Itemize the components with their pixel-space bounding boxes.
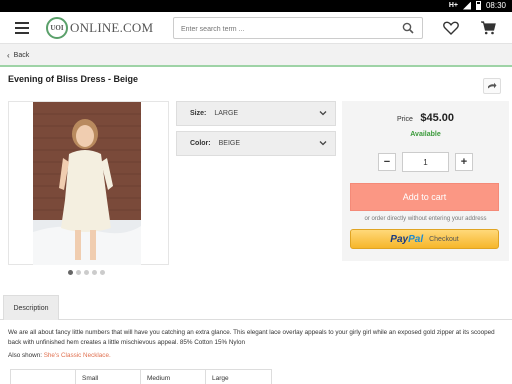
cart-icon[interactable]: [480, 20, 496, 35]
app-header: UOI ONLINE.COM: [0, 12, 512, 44]
logo-text: ONLINE.COM: [70, 20, 154, 35]
network-indicator: H+: [448, 2, 458, 9]
search-icon[interactable]: [402, 22, 414, 34]
back-bar: ‹ Back: [0, 44, 512, 67]
product-title: Evening of Bliss Dress - Beige: [8, 74, 139, 84]
chevron-down-icon: [319, 111, 327, 116]
also-shown: Also shown: She's Classic Necklace.: [8, 352, 111, 359]
carousel-dot[interactable]: [92, 270, 97, 275]
tab-description[interactable]: Description: [3, 295, 59, 320]
size-table-header: Large: [212, 375, 229, 382]
clock: 08:30: [485, 1, 506, 10]
back-button[interactable]: ‹ Back: [7, 51, 29, 60]
size-select[interactable]: Size: LARGE: [176, 101, 336, 126]
logo[interactable]: UOI ONLINE.COM: [46, 17, 153, 39]
color-select[interactable]: Color: BEIGE: [176, 131, 336, 156]
product-image-frame[interactable]: [8, 101, 169, 265]
availability-status: Available: [410, 131, 441, 138]
search-input[interactable]: [174, 19, 384, 40]
price-value: $45.00: [420, 112, 455, 124]
price-row: Price $45.00: [342, 108, 509, 126]
share-button[interactable]: [483, 78, 501, 94]
chevron-left-icon: ‹: [7, 51, 10, 60]
direct-order-note: or order directly without entering your …: [364, 216, 487, 222]
signal-icon: [462, 1, 471, 10]
size-table: Small Medium Large: [10, 369, 272, 384]
carousel-dot[interactable]: [76, 270, 81, 275]
also-shown-link[interactable]: She's Classic Necklace.: [44, 352, 111, 359]
color-label: Color:: [190, 140, 211, 147]
share-icon: [488, 82, 497, 88]
menu-icon[interactable]: [15, 22, 29, 34]
buy-panel: Price $45.00 Available − + Add to cart o…: [342, 101, 509, 261]
paypal-checkout-button[interactable]: PayPal Checkout: [350, 229, 499, 249]
quantity-decrease-button[interactable]: −: [378, 153, 396, 171]
also-shown-label: Also shown:: [8, 352, 42, 359]
product-photo: [33, 102, 141, 265]
size-label: Size:: [190, 110, 207, 117]
color-value: BEIGE: [218, 140, 241, 147]
size-table-header: Small: [76, 370, 141, 384]
back-label: Back: [13, 52, 30, 59]
chevron-down-icon: [319, 141, 327, 146]
quantity-input[interactable]: [402, 152, 449, 172]
quantity-increase-button[interactable]: +: [455, 153, 473, 171]
paypal-checkout-label: Checkout: [429, 235, 459, 243]
size-value: LARGE: [214, 110, 239, 117]
size-table-header: [11, 370, 76, 384]
add-to-cart-button[interactable]: Add to cart: [350, 183, 499, 211]
carousel-dot[interactable]: [68, 270, 73, 275]
paypal-logo: PayPal: [390, 233, 424, 245]
size-table-header: Medium: [141, 370, 206, 384]
image-carousel-dots: [68, 270, 105, 275]
carousel-dot[interactable]: [84, 270, 89, 275]
wishlist-heart-icon[interactable]: [443, 21, 459, 35]
description-text: We are all about fancy little numbers th…: [8, 329, 495, 346]
status-bar: H+ 08:30: [0, 0, 512, 12]
search-box: [173, 17, 423, 40]
logo-seal: UOI: [46, 17, 68, 39]
battery-icon: [475, 1, 481, 10]
carousel-dot[interactable]: [100, 270, 105, 275]
price-label: Price: [396, 116, 413, 123]
product-tabs: Description: [0, 295, 512, 320]
